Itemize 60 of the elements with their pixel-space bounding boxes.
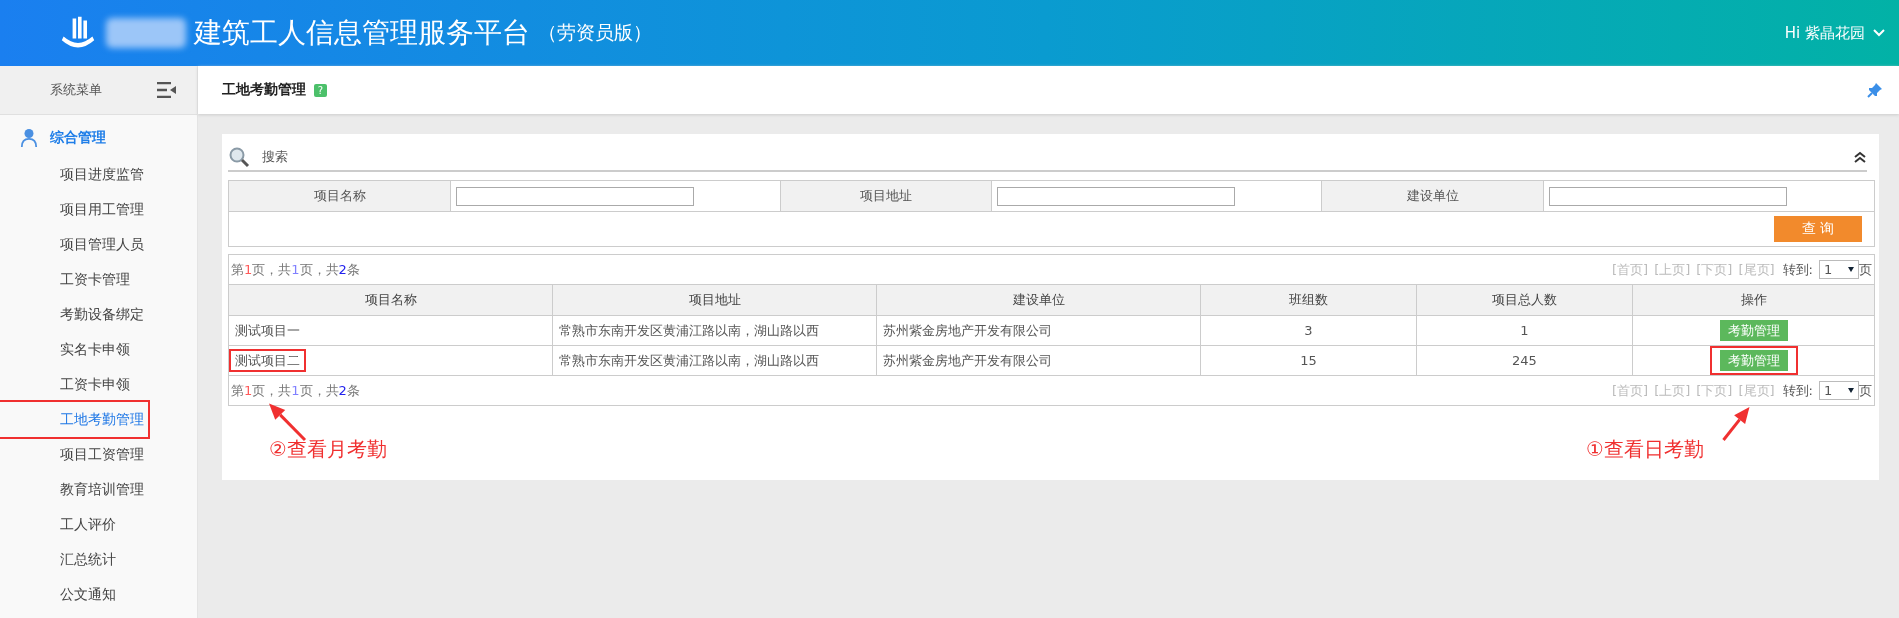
table-cell: 245: [1512, 353, 1537, 368]
menu-item[interactable]: 工资卡管理: [0, 262, 130, 297]
page-select[interactable]: 1: [1819, 260, 1859, 279]
column-header: 项目总人数: [1416, 284, 1633, 316]
caret-icon: [1873, 29, 1885, 37]
column-header: 项目地址: [552, 284, 877, 316]
collapse-menu-icon[interactable]: [157, 82, 177, 98]
table-cell: 常熟市东南开发区黄浦江路以南，湖山路以西: [559, 352, 819, 368]
menu-item[interactable]: 项目进度监管: [0, 157, 144, 192]
field-label: 建设单位: [1322, 181, 1544, 211]
menu-item[interactable]: 工资卡申领: [0, 367, 130, 402]
field-label: 项目地址: [781, 181, 992, 211]
menu-item[interactable]: 工地考勤管理: [0, 402, 144, 437]
table-cell: 苏州紫金房地产开发有限公司: [883, 322, 1052, 338]
input-field[interactable]: [997, 186, 1235, 206]
project-name-link[interactable]: 测试项目一: [235, 322, 300, 338]
double-chevron-up-icon[interactable]: [1853, 151, 1867, 163]
edition-label: （劳资员版）: [538, 20, 652, 45]
annotation-label: ①查看日考勤: [1586, 436, 1704, 463]
table-cell: 1: [1520, 323, 1529, 338]
menu-item[interactable]: 公文通知: [0, 577, 116, 612]
goto-label: 转到:: [1782, 381, 1813, 400]
table-cell: 15: [1300, 353, 1317, 368]
page-title: 工地考勤管理: [222, 81, 306, 99]
menu-item[interactable]: 教育培训管理: [0, 472, 144, 507]
column-header: 班组数: [1200, 284, 1417, 316]
sidebar-title: 系统菜单: [50, 81, 102, 99]
menu-item[interactable]: 汇总统计: [0, 542, 116, 577]
column-header: 项目名称: [229, 284, 553, 316]
person-icon: [20, 128, 38, 148]
table-cell: 常熟市东南开发区黄浦江路以南，湖山路以西: [559, 322, 819, 338]
menu-item[interactable]: 项目管理人员: [0, 227, 144, 262]
column-header: 建设单位: [876, 284, 1201, 316]
annotation-label: ②查看月考勤: [269, 436, 387, 463]
search-title: 搜索: [262, 148, 288, 166]
app-title: 建筑工人信息管理服务平台: [194, 15, 530, 51]
page-summary: 第1页，共1页，共2条: [231, 381, 360, 400]
dropdown-arrow-icon: [1848, 267, 1854, 272]
search-icon: [228, 146, 250, 168]
table-cell: 3: [1304, 323, 1313, 338]
page-unit: 页: [1859, 260, 1872, 279]
dropdown-arrow-icon: [1848, 388, 1854, 393]
field-label: 项目名称: [229, 181, 451, 211]
menu-item[interactable]: 项目用工管理: [0, 192, 144, 227]
project-name-link[interactable]: 测试项目二: [235, 352, 300, 368]
page-unit: 页: [1859, 381, 1872, 400]
page-select[interactable]: 1: [1819, 381, 1859, 400]
pin-icon[interactable]: [1867, 82, 1883, 98]
menu-item[interactable]: 考勤设备绑定: [0, 297, 144, 332]
page-summary: 第1页，共1页，共2条: [231, 260, 360, 279]
input-field[interactable]: [1549, 186, 1787, 206]
column-header: 操作: [1632, 284, 1874, 316]
menu-item[interactable]: 项目工资管理: [0, 437, 144, 472]
menu-group[interactable]: 综合管理: [0, 119, 197, 157]
menu-item[interactable]: 工人评价: [0, 507, 116, 542]
arrow: [1722, 407, 1750, 441]
input-field[interactable]: [456, 186, 694, 206]
table-cell: 苏州紫金房地产开发有限公司: [883, 352, 1052, 368]
goto-label: 转到:: [1782, 260, 1813, 279]
menu-item[interactable]: 实名卡申领: [0, 332, 130, 367]
